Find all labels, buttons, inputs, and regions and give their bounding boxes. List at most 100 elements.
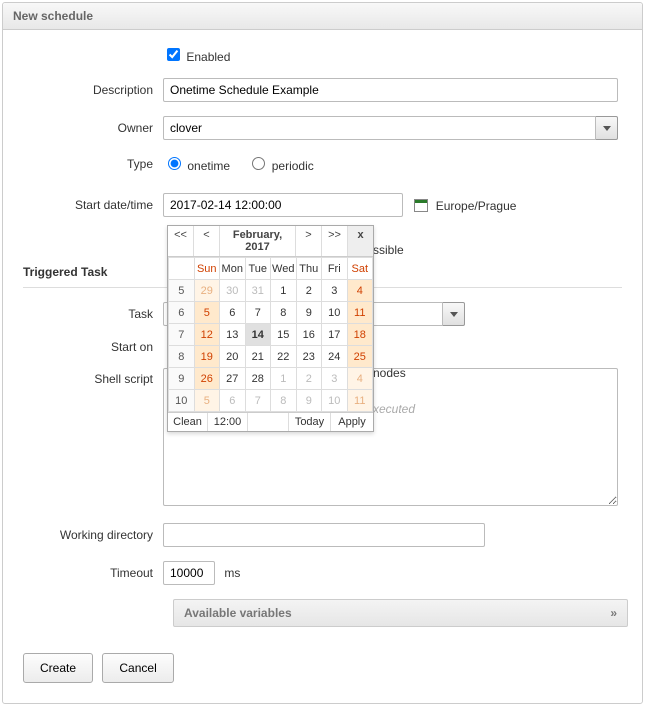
- panel-title: New schedule: [3, 3, 642, 30]
- cal-day[interactable]: 5: [194, 390, 220, 412]
- cal-dow: Mon: [220, 258, 246, 280]
- available-variables-label: Available variables: [184, 606, 292, 620]
- cal-nav-prev[interactable]: <: [194, 226, 220, 256]
- cal-day[interactable]: 18: [347, 324, 373, 346]
- cal-week-num: 7: [169, 324, 195, 346]
- timeout-input[interactable]: [163, 561, 215, 585]
- cal-day[interactable]: 10: [322, 302, 348, 324]
- enabled-label: Enabled: [186, 50, 230, 64]
- task-label: Task: [23, 307, 163, 321]
- cal-day[interactable]: 20: [220, 346, 246, 368]
- description-input[interactable]: [163, 78, 618, 102]
- calendar-icon[interactable]: [414, 199, 428, 212]
- cal-day[interactable]: 24: [322, 346, 348, 368]
- cal-month-label[interactable]: February, 2017: [220, 226, 296, 256]
- cal-day[interactable]: 1: [271, 368, 297, 390]
- cal-day[interactable]: 11: [347, 390, 373, 412]
- calendar-grid: SunMonTueWedThuFriSat 529303112346567891…: [168, 257, 373, 412]
- type-periodic-radio[interactable]: [252, 157, 265, 170]
- enabled-checkbox[interactable]: [167, 48, 180, 61]
- cal-dow: Sun: [194, 258, 220, 280]
- cal-clean-button[interactable]: Clean: [168, 413, 208, 431]
- cal-day[interactable]: 9: [296, 390, 322, 412]
- owner-label: Owner: [23, 121, 163, 135]
- cal-nav-first[interactable]: <<: [168, 226, 194, 256]
- cal-close-button[interactable]: x: [348, 226, 373, 256]
- cal-day[interactable]: 30: [220, 280, 246, 302]
- start-date-label: Start date/time: [23, 198, 163, 212]
- cal-day[interactable]: 6: [220, 302, 246, 324]
- cal-day[interactable]: 25: [347, 346, 373, 368]
- chevron-right-icon: »: [610, 606, 617, 620]
- date-picker: << < February, 2017 > >> x SunMonTueWedT…: [167, 225, 374, 432]
- start-date-input[interactable]: [163, 193, 403, 217]
- cal-day[interactable]: 3: [322, 368, 348, 390]
- cal-dow: Tue: [245, 258, 271, 280]
- cal-day[interactable]: 19: [194, 346, 220, 368]
- cal-apply-button[interactable]: Apply: [331, 413, 373, 431]
- task-dropdown-button[interactable]: [443, 302, 465, 326]
- cal-day[interactable]: 5: [194, 302, 220, 324]
- cal-nav-last[interactable]: >>: [322, 226, 348, 256]
- type-label: Type: [23, 157, 163, 171]
- cal-day[interactable]: 16: [296, 324, 322, 346]
- cal-day[interactable]: 11: [347, 302, 373, 324]
- shell-script-label: Shell script: [23, 368, 163, 386]
- cal-day[interactable]: 4: [347, 280, 373, 302]
- type-onetime-option[interactable]: onetime: [163, 159, 233, 173]
- cal-week-num: 10: [169, 390, 195, 412]
- description-label: Description: [23, 83, 163, 97]
- cal-day[interactable]: 8: [271, 302, 297, 324]
- cal-week-num: 5: [169, 280, 195, 302]
- type-periodic-option[interactable]: periodic: [247, 159, 313, 173]
- cal-day[interactable]: 1: [271, 280, 297, 302]
- cal-dow: Sat: [347, 258, 373, 280]
- cal-day[interactable]: 6: [220, 390, 246, 412]
- cal-day[interactable]: 27: [220, 368, 246, 390]
- type-onetime-radio[interactable]: [168, 157, 181, 170]
- cal-day[interactable]: 22: [271, 346, 297, 368]
- cal-dow: Wed: [271, 258, 297, 280]
- cal-day[interactable]: 2: [296, 280, 322, 302]
- cal-day[interactable]: 2: [296, 368, 322, 390]
- cal-week-num: 6: [169, 302, 195, 324]
- shell-script-placeholder-partial: xecuted: [373, 402, 415, 416]
- cal-day[interactable]: 23: [296, 346, 322, 368]
- start-on-label: Start on: [23, 340, 163, 354]
- cal-dow: Thu: [296, 258, 322, 280]
- cal-day[interactable]: 12: [194, 324, 220, 346]
- cal-day[interactable]: 9: [296, 302, 322, 324]
- cal-day[interactable]: 7: [245, 302, 271, 324]
- cal-time-field[interactable]: 12:00: [208, 413, 248, 431]
- working-dir-label: Working directory: [23, 528, 163, 542]
- owner-dropdown-button[interactable]: [596, 116, 618, 140]
- timeout-unit: ms: [224, 566, 240, 580]
- cal-day[interactable]: 31: [245, 280, 271, 302]
- cal-day[interactable]: 26: [194, 368, 220, 390]
- owner-input[interactable]: [163, 116, 596, 140]
- start-on-suffix: nodes: [373, 366, 406, 380]
- cal-day[interactable]: 15: [271, 324, 297, 346]
- working-dir-input[interactable]: [163, 523, 485, 547]
- new-schedule-panel: New schedule Enabled Description Owner: [2, 2, 643, 704]
- cal-day[interactable]: 28: [245, 368, 271, 390]
- cal-day[interactable]: 17: [322, 324, 348, 346]
- available-variables-bar[interactable]: Available variables »: [173, 599, 628, 627]
- create-button[interactable]: Create: [23, 653, 93, 683]
- cal-day[interactable]: 3: [322, 280, 348, 302]
- cal-today-button[interactable]: Today: [289, 413, 331, 431]
- cal-day[interactable]: 8: [271, 390, 297, 412]
- cal-day[interactable]: 14: [245, 324, 271, 346]
- cal-day[interactable]: 4: [347, 368, 373, 390]
- cal-day[interactable]: 13: [220, 324, 246, 346]
- cancel-button[interactable]: Cancel: [102, 653, 173, 683]
- cal-day[interactable]: 29: [194, 280, 220, 302]
- cal-nav-next[interactable]: >: [296, 226, 322, 256]
- cal-week-num: 8: [169, 346, 195, 368]
- cal-day[interactable]: 7: [245, 390, 271, 412]
- timeout-label: Timeout: [23, 566, 163, 580]
- cal-day[interactable]: 10: [322, 390, 348, 412]
- cal-day[interactable]: 21: [245, 346, 271, 368]
- enabled-checkbox-wrap[interactable]: Enabled: [163, 50, 230, 64]
- fire-misfired-partial: ssible: [373, 243, 404, 257]
